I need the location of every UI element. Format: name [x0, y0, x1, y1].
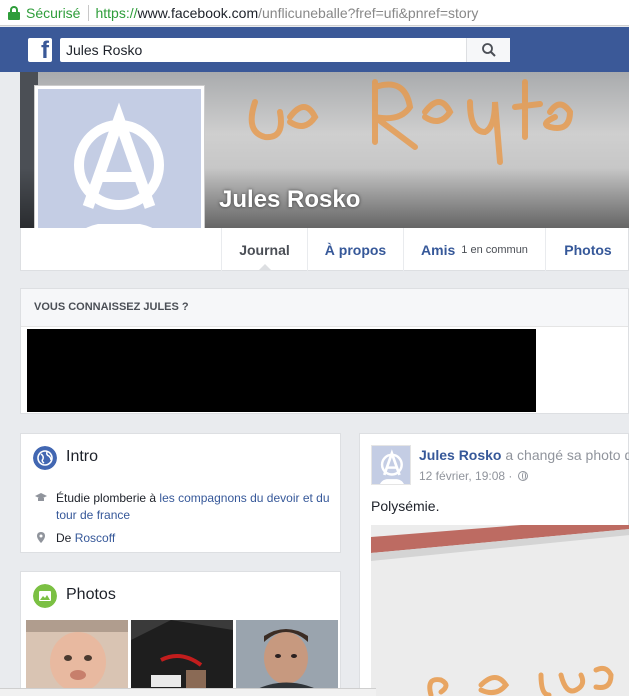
photos-card: Photos — [20, 571, 341, 696]
browser-address-bar[interactable]: Sécurisé https://www.facebook.com/unflic… — [0, 0, 629, 26]
secure-label: Sécurisé — [26, 4, 81, 21]
photos-icon — [33, 584, 57, 608]
post-header: Jules Rosko a changé sa photo de profil — [419, 447, 629, 463]
intro-title: Intro — [66, 448, 99, 465]
post-meta: 12 février, 19:08 · — [419, 469, 529, 483]
graffiti-wall-image — [371, 525, 629, 696]
people-you-may-know-card: VOUS CONNAISSEZ JULES ? — [20, 288, 629, 414]
post-author-avatar[interactable] — [371, 445, 411, 485]
hometown-link[interactable]: Roscoff — [75, 531, 115, 545]
facebook-logo[interactable]: f — [28, 37, 52, 64]
tab-journal[interactable]: Journal — [221, 228, 307, 271]
profile-name[interactable]: Jules Rosko — [219, 186, 360, 214]
baby-photo — [26, 620, 128, 695]
post-text: Polysémie. — [371, 498, 440, 514]
facebook-top-bar: f Jules Rosko — [0, 27, 629, 72]
url-host[interactable]: www.facebook.com — [138, 5, 259, 21]
photos-title: Photos — [66, 586, 116, 603]
redacted-block — [27, 329, 536, 412]
globe-icon[interactable] — [518, 471, 529, 481]
globe-icon — [33, 446, 57, 470]
location-pin-icon — [37, 532, 45, 543]
post-image[interactable] — [371, 525, 629, 696]
url-protocol[interactable]: https:// — [95, 5, 137, 21]
search-icon — [481, 43, 496, 57]
graduation-cap-icon — [35, 493, 47, 501]
address-separator — [88, 4, 90, 21]
search-button[interactable] — [466, 38, 510, 62]
photo-thumbnail[interactable] — [131, 620, 233, 695]
post-timestamp[interactable]: 12 février, 19:08 · — [419, 469, 512, 483]
anarchy-a-icon — [380, 449, 404, 484]
photo-thumbnail[interactable] — [236, 620, 338, 695]
post-author-link[interactable]: Jules Rosko — [419, 447, 501, 463]
profile-tab-bar: Journal À propos Amis 1 en commun Photos — [20, 228, 629, 271]
search-box[interactable]: Jules Rosko — [60, 38, 510, 62]
search-input[interactable]: Jules Rosko — [60, 42, 466, 58]
tab-about[interactable]: À propos — [307, 228, 403, 271]
selfie-photo — [236, 620, 338, 695]
photo-thumbnail[interactable] — [26, 620, 128, 695]
tab-photos[interactable]: Photos — [545, 228, 629, 271]
dark-clothing-photo — [131, 620, 233, 695]
card-header: VOUS CONNAISSEZ JULES ? — [21, 289, 628, 327]
lock-icon — [8, 5, 20, 20]
intro-card: Intro Étudie plomberie à les compagnons … — [20, 433, 341, 553]
tab-friends[interactable]: Amis 1 en commun — [403, 228, 545, 271]
timeline-post: Jules Rosko a changé sa photo de profil … — [359, 433, 629, 696]
browser-status-strip — [0, 688, 376, 696]
url-path[interactable]: /unflicuneballe?fref=ufi&pnref=story — [258, 5, 478, 21]
